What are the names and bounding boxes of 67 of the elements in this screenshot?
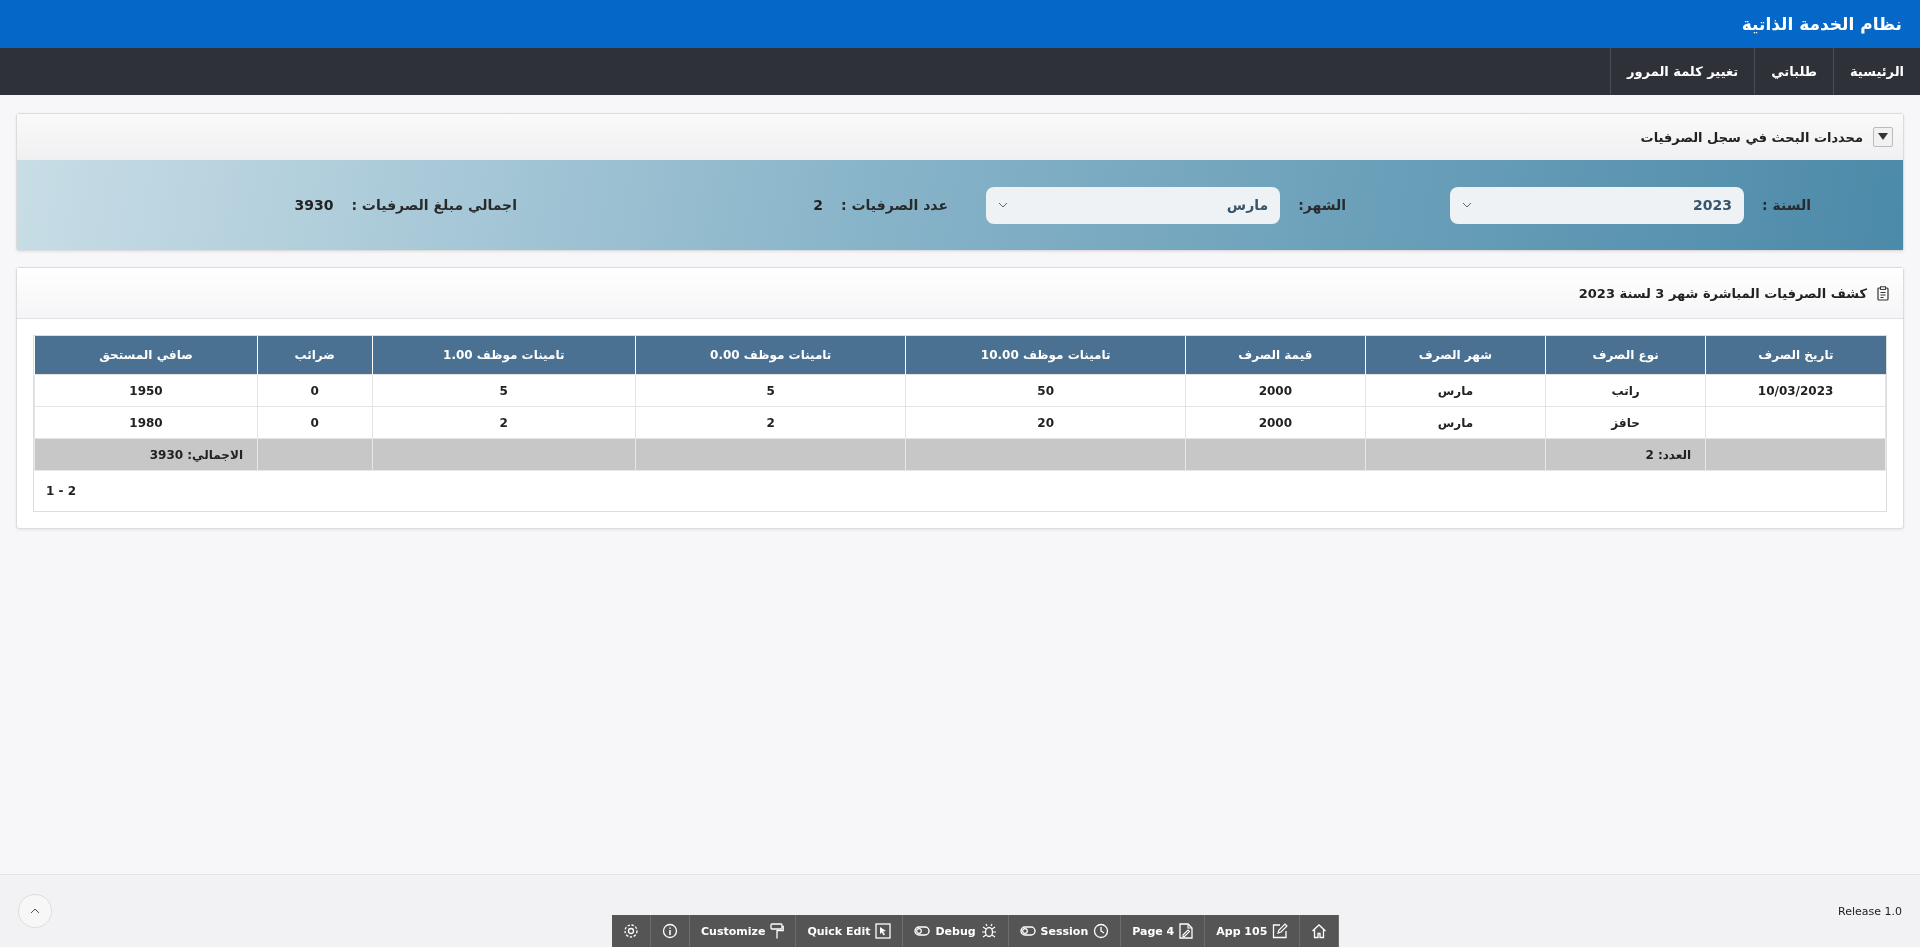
field-label: السنة : xyxy=(1762,197,1811,213)
table-cell: 50 xyxy=(905,374,1186,407)
table-cell: 2 xyxy=(372,406,636,439)
column-header[interactable]: تاريخ الصرف xyxy=(1705,336,1886,375)
chevron-down-icon xyxy=(998,202,1009,208)
paint-roller-icon xyxy=(770,923,785,939)
column-header[interactable]: تامينات موظف 10.00 xyxy=(905,336,1186,375)
toolbar-button[interactable]: Customize xyxy=(690,915,797,947)
nav-item[interactable]: الرئيسية xyxy=(1832,48,1920,95)
table-cell: حافز xyxy=(1545,406,1706,439)
total-cell: الاجمالي: 3930 xyxy=(34,438,258,471)
edit-icon xyxy=(1272,923,1289,939)
table-cell: راتب xyxy=(1545,374,1706,407)
clock-icon xyxy=(1093,923,1110,939)
nav-item[interactable]: طلباتي xyxy=(1754,48,1833,95)
toggle-icon xyxy=(1019,926,1036,936)
column-header[interactable]: تامينات موظف 0.00 xyxy=(635,336,906,375)
panel-title: محددات البحث في سجل الصرفيات xyxy=(1640,129,1863,145)
field-label: عدد الصرفيات : xyxy=(841,197,948,213)
toolbar-button[interactable]: Page 4 xyxy=(1121,915,1206,947)
field-value: 3930 xyxy=(294,197,334,213)
field-value: 2 xyxy=(813,197,824,213)
table-cell: 2 xyxy=(635,406,906,439)
table-cell: 0 xyxy=(257,406,372,439)
table-cell: 5 xyxy=(372,374,636,407)
clipboard-icon xyxy=(1877,285,1889,301)
nav-item[interactable]: تغيير كلمة المرور xyxy=(1610,48,1755,95)
toolbar-button[interactable]: App 105 xyxy=(1205,915,1301,947)
field-label: الشهر: xyxy=(1298,197,1346,213)
collapse-button[interactable] xyxy=(1873,127,1893,147)
table-cell: 2000 xyxy=(1185,406,1366,439)
release-label: Release 1.0 xyxy=(1838,904,1902,918)
column-header[interactable]: نوع الصرف xyxy=(1545,336,1706,375)
table-cell: 5 xyxy=(635,374,906,407)
table-cell: 2000 xyxy=(1185,374,1366,407)
column-header[interactable]: شهر الصرف xyxy=(1365,336,1546,375)
table-cell: 10/03/2023 xyxy=(1705,374,1886,407)
table-cell: مارس xyxy=(1365,406,1546,439)
toolbar-button[interactable]: Quick Edit xyxy=(796,915,904,947)
toolbar-button[interactable]: Session xyxy=(1008,915,1122,947)
column-header[interactable]: تامينات موظف 1.00 xyxy=(372,336,636,375)
total-cell: العدد: 2 xyxy=(1545,438,1706,471)
toggle-icon xyxy=(914,926,931,936)
chevron-down-icon xyxy=(1462,202,1472,208)
month-select[interactable]: مارس xyxy=(986,186,1281,224)
column-header[interactable]: قيمة الصرف xyxy=(1185,336,1366,375)
panel-title: كشف الصرفيات المباشرة شهر 3 لسنة 2023 xyxy=(1578,285,1867,301)
year-select[interactable]: 2023 xyxy=(1450,186,1744,224)
pagination-text: 1 - 2 xyxy=(46,484,77,498)
table-cell: 1950 xyxy=(34,374,258,407)
cursor-box-icon xyxy=(875,923,892,939)
settings-icon xyxy=(623,923,639,939)
column-header[interactable]: ضرائب xyxy=(257,336,372,375)
page-icon xyxy=(1179,923,1194,939)
info-icon xyxy=(662,923,678,939)
home-icon xyxy=(1311,923,1328,939)
table-cell: 20 xyxy=(905,406,1186,439)
chevron-up-icon xyxy=(30,908,40,914)
table-cell: 1980 xyxy=(34,406,258,439)
field-label: اجمالي مبلغ الصرفيات : xyxy=(351,197,517,213)
toolbar-button[interactable]: Debug xyxy=(903,915,1009,947)
table-cell: 0 xyxy=(257,374,372,407)
app-title: نظام الخدمة الذاتية xyxy=(1741,14,1902,34)
bug-icon xyxy=(980,923,997,939)
caret-icon xyxy=(1878,133,1888,141)
table-cell: مارس xyxy=(1365,374,1546,407)
column-header[interactable]: صافي المستحق xyxy=(34,336,258,375)
